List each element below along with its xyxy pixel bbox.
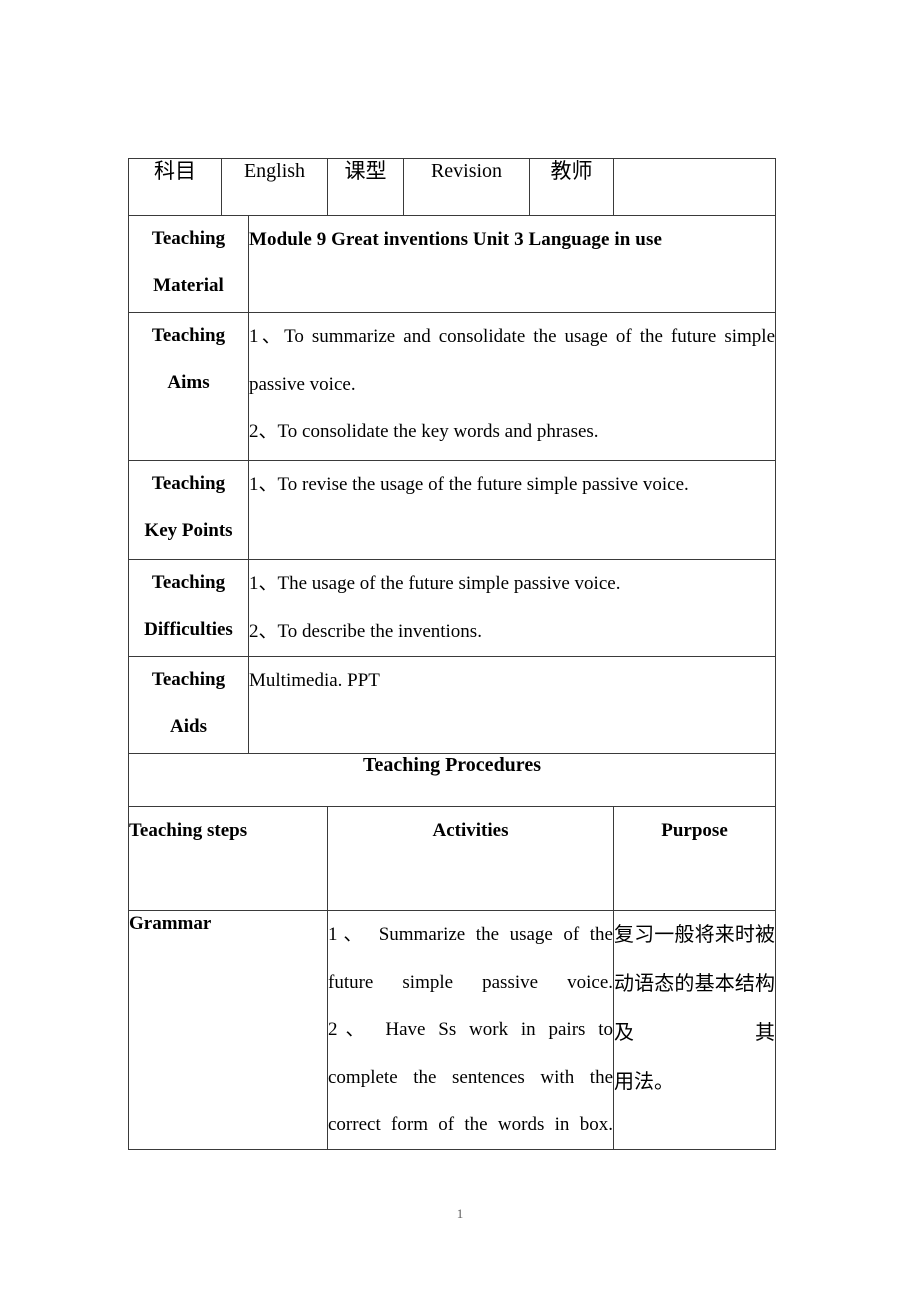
procedures-purpose-line: 复习一般将来时被动语态的基本结构及其	[614, 924, 775, 1044]
teaching-material-label-cell: Teaching Material	[128, 215, 249, 313]
teaching-procedures-banner-cell: Teaching Procedures	[128, 753, 776, 807]
document-page: 科目 English 课型 Revision 教师 Teaching Mater…	[0, 0, 920, 1302]
teaching-procedures-banner-text: Teaching Procedures	[363, 754, 541, 776]
procedures-steps-header-line2: steps	[206, 820, 248, 841]
teaching-key-points-row: Teaching Key Points 1、To revise the usag…	[128, 460, 776, 560]
teaching-difficulties-item: 2、To describe the inventions.	[249, 620, 482, 642]
teaching-aims-item: 1、To summarize and consolidate the usage…	[249, 326, 775, 395]
procedures-activities-header-cell: Activities	[327, 806, 614, 911]
teaching-aims-label-line1: Teaching	[151, 325, 226, 346]
teaching-difficulties-label-line1: Teaching	[151, 572, 226, 593]
teaching-aids-row: Teaching Aids Multimedia. PPT	[128, 656, 776, 754]
teaching-difficulties-row: Teaching Difficulties 1、The usage of the…	[128, 559, 776, 657]
teaching-aims-label-cell: Teaching Aims	[128, 312, 249, 461]
procedures-steps-header-cell: Teaching steps	[128, 806, 328, 911]
teaching-aids-content-cell: Multimedia. PPT	[248, 656, 776, 754]
procedures-steps-header-line1: Teaching	[129, 820, 203, 841]
teaching-material-row: Teaching Material Module 9 Great inventi…	[128, 215, 776, 313]
teaching-aims-row: Teaching Aims 1、To summarize and consoli…	[128, 312, 776, 461]
teaching-material-content-cell: Module 9 Great inventions Unit 3 Languag…	[248, 215, 776, 313]
teaching-material-text: Module 9 Great inventions Unit 3 Languag…	[249, 229, 662, 250]
lesson-plan-table: 科目 English 课型 Revision 教师 Teaching Mater…	[128, 158, 776, 1150]
teacher-value-cell	[613, 158, 776, 216]
procedures-header-row: Teaching steps Activities Purpose	[128, 806, 776, 911]
teaching-aims-item: 2、To consolidate the key words and phras…	[249, 421, 599, 442]
teaching-difficulties-content-cell: 1、The usage of the future simple passive…	[248, 559, 776, 657]
teaching-key-points-item: 1、To revise the usage of the future simp…	[249, 474, 689, 495]
procedures-purpose-line: 用法。	[614, 1071, 674, 1093]
teaching-material-label-line1: Teaching	[151, 228, 226, 249]
procedures-activity-item: 2、 Have Ss work in pairs to complete the…	[328, 1019, 613, 1135]
info-row: 科目 English 课型 Revision 教师	[128, 158, 776, 216]
teaching-material-label-line2: Material	[153, 274, 224, 296]
page-number-text: 1	[456, 1206, 464, 1221]
teaching-key-points-label-line2: Key Points	[144, 519, 233, 541]
teaching-key-points-content-cell: 1、To revise the usage of the future simp…	[248, 460, 776, 560]
procedures-body-row: Grammar 1、 Summarize the usage of the fu…	[128, 910, 776, 1150]
procedures-step-cell: Grammar	[128, 910, 328, 1150]
teaching-key-points-label-line1: Teaching	[151, 473, 226, 494]
subject-label: 科目	[154, 159, 196, 183]
procedures-activities-header-text: Activities	[432, 820, 509, 841]
teacher-label: 教师	[550, 159, 593, 183]
lesson-type-value-cell: Revision	[403, 158, 530, 216]
lesson-type-label: 课型	[344, 159, 387, 183]
teaching-aids-label-line2: Aids	[170, 715, 207, 737]
teaching-aids-label-cell: Teaching Aids	[128, 656, 249, 754]
teaching-key-points-label-cell: Teaching Key Points	[128, 460, 249, 560]
teaching-difficulties-label-cell: Teaching Difficulties	[128, 559, 249, 657]
teaching-aims-label-line2: Aims	[167, 371, 210, 393]
procedures-purpose-cell: 复习一般将来时被动语态的基本结构及其 用法。	[613, 910, 776, 1150]
subject-value-cell: English	[221, 158, 328, 216]
teaching-difficulties-item: 1、The usage of the future simple passive…	[249, 573, 621, 594]
procedures-step-label: Grammar	[129, 913, 212, 934]
page-number: 1	[0, 1206, 920, 1222]
teaching-aids-text: Multimedia. PPT	[249, 670, 380, 691]
procedures-activities-cell: 1、 Summarize the usage of the future sim…	[327, 910, 614, 1150]
teaching-difficulties-label-line2: Difficulties	[144, 618, 233, 640]
lesson-type-value: Revision	[430, 160, 503, 182]
teaching-procedures-banner-row: Teaching Procedures	[128, 753, 776, 807]
teaching-aims-content-cell: 1、To summarize and consolidate the usage…	[248, 312, 776, 461]
procedures-purpose-header-cell: Purpose	[613, 806, 776, 911]
procedures-purpose-header-text: Purpose	[661, 820, 728, 841]
subject-label-cell: 科目	[128, 158, 222, 216]
lesson-type-label-cell: 课型	[327, 158, 404, 216]
teaching-aids-label-line1: Teaching	[151, 669, 226, 690]
subject-value: English	[243, 160, 306, 182]
teacher-label-cell: 教师	[529, 158, 614, 216]
procedures-activity-item: 1、 Summarize the usage of the future sim…	[328, 924, 613, 993]
